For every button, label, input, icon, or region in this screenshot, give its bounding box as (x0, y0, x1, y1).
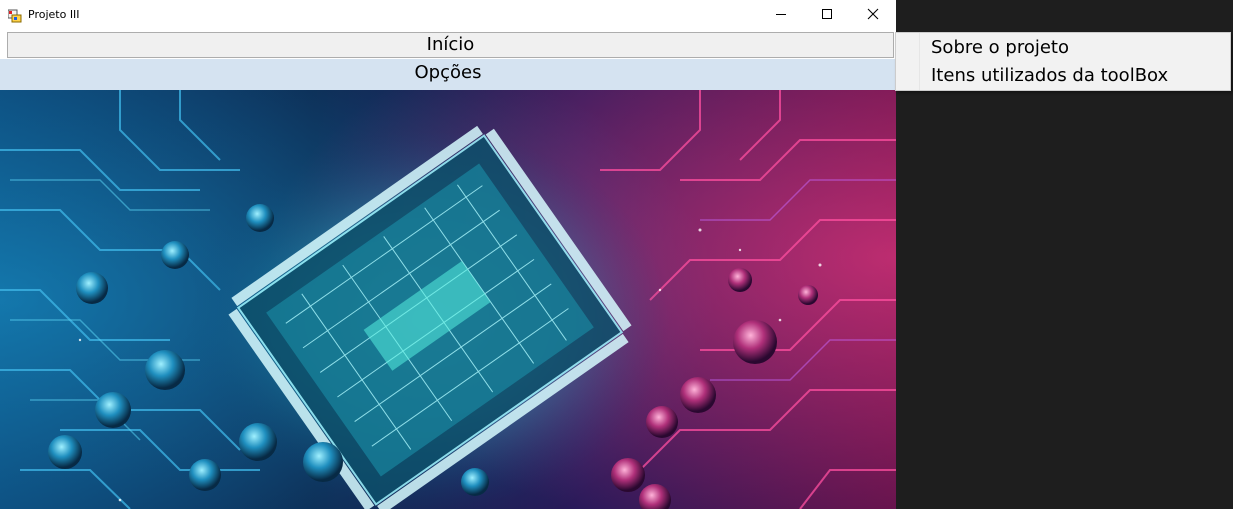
maximize-button[interactable] (804, 0, 850, 29)
inicio-button[interactable]: Início (7, 32, 894, 58)
circuit-board-image (0, 90, 896, 509)
close-icon (867, 5, 879, 24)
minimize-icon (775, 5, 787, 24)
maximize-icon (821, 5, 833, 24)
menu-gutter (896, 33, 920, 90)
app-icon (7, 8, 22, 23)
title-bar[interactable]: Projeto III (0, 0, 896, 31)
menu-item-itens-toolbox[interactable]: Itens utilizados da toolBox (931, 64, 1168, 88)
menu-item-sobre-o-projeto[interactable]: Sobre o projeto (931, 36, 1069, 60)
opcoes-dropdown-menu: Sobre o projeto Itens utilizados da tool… (895, 32, 1231, 91)
main-window: Projeto III Início Opções (0, 0, 896, 509)
minimize-button[interactable] (758, 0, 804, 29)
opcoes-menu-item[interactable]: Opções (0, 59, 896, 90)
window-title: Projeto III (28, 8, 80, 21)
close-button[interactable] (850, 0, 896, 29)
